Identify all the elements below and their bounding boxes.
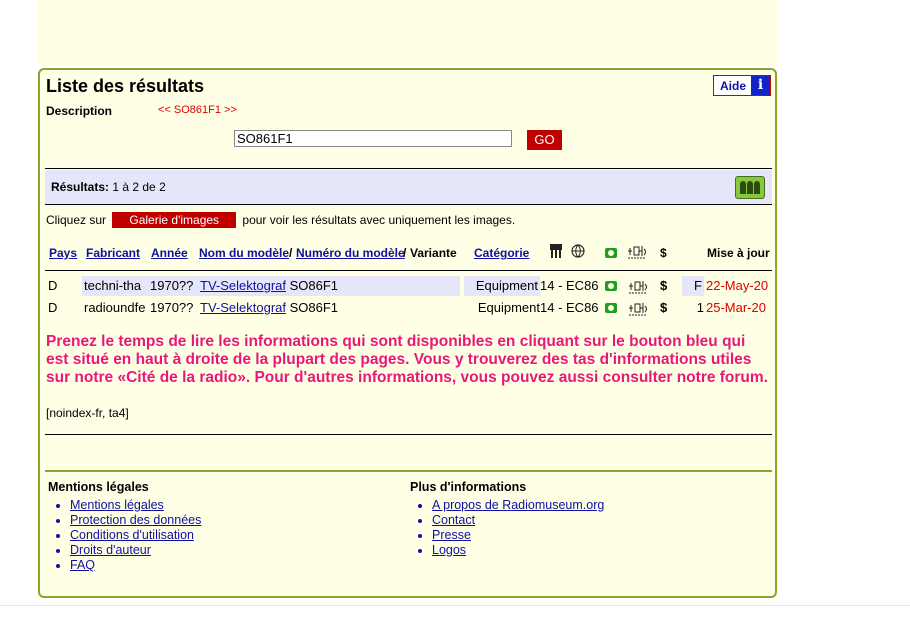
cell-categorie: Equipment [464,276,540,296]
description-nav[interactable]: << SO861F1 >> [158,104,237,116]
divider [45,270,772,271]
gallery-button[interactable]: Galerie d'images [112,212,237,228]
go-button[interactable]: GO [527,130,562,150]
page-title: Liste des résultats [46,76,205,96]
col-sep1: / [289,246,293,260]
results-count: Résultats: 1 à 2 de 2 [51,180,166,194]
cell-date: 25-Mar-20 [706,300,766,315]
price-icon[interactable]: $ [660,276,667,296]
col-annee[interactable]: Année [151,246,188,260]
cell-date: 22-May-20 [706,278,769,293]
cell-modele: TV-Selektograf SO86F1 [200,300,339,315]
col-categorie[interactable]: Catégorie [474,246,529,260]
photo-icon [605,246,617,260]
results-panel: Liste des résultats Aide i Description <… [38,68,777,598]
cell-categorie: Equipment [477,300,540,315]
footer-divider [45,470,772,472]
globe-icon [570,243,586,262]
footer-link[interactable]: Protection des données [70,513,201,528]
schematic-icon [627,243,647,263]
col-sep2: / [403,246,407,260]
cell-annee: 1970?? [150,300,194,315]
footer-link[interactable]: Logos [432,543,604,558]
cell-annee: 1970?? [148,276,198,296]
info-icon[interactable]: i [751,76,770,95]
col-mise-a-jour: Mise à jour [707,246,770,260]
col-variante: Variante [410,246,457,260]
price-icon[interactable]: $ [660,298,667,318]
price-icon: $ [660,246,667,260]
noindex-tag: [noindex-fr, ta4] [46,406,129,420]
description-label: Description [46,104,113,118]
cell-modele: TV-Selektograf SO86F1 [198,276,460,296]
gallery-line: Cliquez sur Galerie d'images pour voir l… [46,212,516,228]
cell-extra: 1 [696,300,704,315]
footer-link[interactable]: Droits d'auteur [70,543,201,558]
footer-link[interactable]: FAQ [70,558,201,573]
col-nom[interactable]: Nom du modèle [199,246,289,260]
footer-legal: Mentions légales Mentions légales Protec… [48,480,201,573]
help-label[interactable]: Aide [720,79,746,93]
footer-link[interactable]: Contact [432,513,604,528]
top-banner [38,0,777,66]
cell-pays: D [48,278,58,293]
footer-more-title: Plus d'informations [410,480,527,494]
page-bottom-rule [0,605,910,606]
table-row: D techni-tha 1970?? TV-Selektograf SO86F… [45,276,772,296]
model-link[interactable]: TV-Selektograf [200,278,286,293]
divider [45,204,772,205]
info-notice: Prenez le temps de lire les informations… [46,333,768,386]
footer-legal-title: Mentions légales [48,480,149,494]
footer-link[interactable]: Conditions d'utilisation [70,528,201,543]
help-button[interactable]: Aide i [713,75,771,96]
col-pays[interactable]: Pays [49,246,77,260]
schematic-icon[interactable] [628,298,648,318]
cell-tubes: 14 - EC86 [540,300,599,315]
tube-icon [548,243,564,262]
photo-icon[interactable] [605,298,617,318]
footer-link[interactable]: Mentions légales [70,498,201,513]
search-input[interactable]: SO861F1 [234,130,512,147]
cell-pays: D [48,300,58,315]
col-fabricant[interactable]: Fabricant [86,246,140,260]
footer-more: Plus d'informations A propos de Radiomus… [410,480,604,558]
cell-tubes: 14 - EC86 [540,278,599,293]
divider [45,168,772,169]
photo-icon[interactable] [605,276,617,296]
footer-link[interactable]: A propos de Radiomuseum.org [432,498,604,513]
table-row: D radioundfe 1970?? TV-Selektograf SO86F… [45,298,772,318]
results-bar: Résultats: 1 à 2 de 2 [45,170,772,204]
col-numero[interactable]: Numéro du modèle [296,246,405,260]
schematic-icon[interactable] [628,276,648,296]
cell-extra: F [682,276,704,296]
cell-fabricant: radioundfe [84,300,146,315]
footer-link[interactable]: Presse [432,528,604,543]
cell-fabricant: techni-tha [82,276,148,296]
model-link[interactable]: TV-Selektograf [200,300,286,315]
people-icon[interactable] [735,176,765,199]
divider [45,434,772,435]
